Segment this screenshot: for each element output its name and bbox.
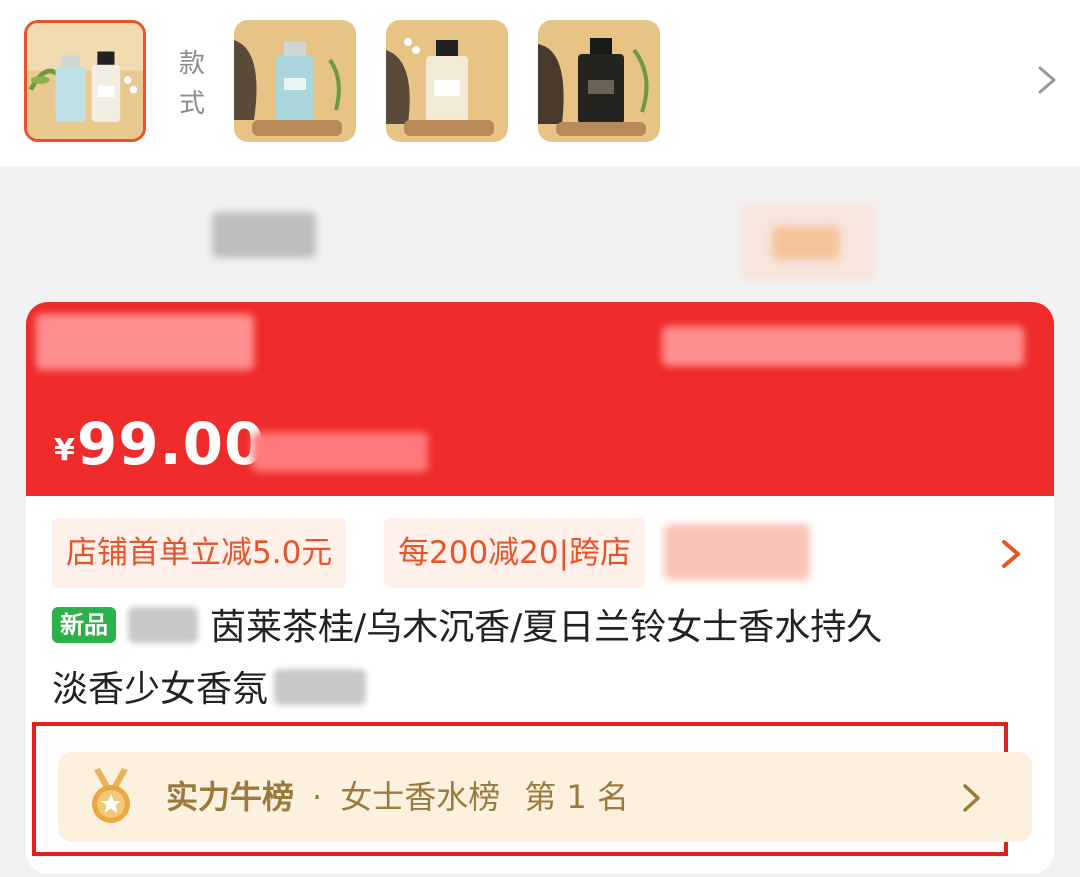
product-title-line2[interactable]: 淡香少女香氛 bbox=[52, 662, 378, 718]
perfume-blue-image bbox=[234, 20, 356, 142]
currency-symbol: ¥ bbox=[54, 433, 75, 468]
redacted-badge-inner bbox=[772, 226, 840, 260]
price: ¥99.00 bbox=[54, 410, 265, 478]
thumbnail-variant-set[interactable] bbox=[24, 20, 146, 142]
perfume-clear-image bbox=[386, 20, 508, 142]
product-title-line1[interactable]: 新品 茵莱茶桂/乌木沉香/夏日兰铃女士香水持久 bbox=[52, 600, 882, 656]
thumbnail-variant-dark[interactable] bbox=[538, 20, 660, 142]
redacted-promo-timer bbox=[662, 326, 1024, 366]
product-card: ¥99.00 店铺首单立减5.0元 每200减20|跨店 新品 茵莱茶桂/乌木沉香… bbox=[26, 302, 1054, 874]
style-selector: 款式 bbox=[0, 0, 1080, 166]
coupon-chevron-icon[interactable] bbox=[996, 536, 1026, 572]
product-title-text-1: 茵莱茶桂/乌木沉香/夏日兰铃女士香水持久 bbox=[210, 607, 883, 648]
ranking-chevron-icon bbox=[963, 784, 980, 812]
ranking-category: 实力牛榜 bbox=[166, 778, 295, 816]
ranking-position: 第 1 名 bbox=[524, 778, 629, 816]
redacted-coupon bbox=[664, 524, 810, 580]
redacted-brand bbox=[128, 607, 198, 643]
perfume-set-image bbox=[27, 23, 143, 139]
coupon-first-order[interactable]: 店铺首单立减5.0元 bbox=[52, 518, 347, 588]
ranking-separator: · bbox=[312, 778, 323, 816]
ranking-strip[interactable]: 实力牛榜 · 女士香水榜第 1 名 bbox=[58, 752, 1032, 842]
redacted-text bbox=[212, 212, 316, 258]
redacted-original-price bbox=[252, 432, 428, 472]
redacted-promo-label bbox=[36, 314, 254, 370]
price-banner: ¥99.00 bbox=[26, 302, 1054, 496]
style-label: 款式 bbox=[178, 49, 205, 119]
product-title-text-2: 淡香少女香氛 bbox=[52, 669, 269, 710]
redacted-title-end bbox=[274, 669, 367, 705]
perfume-dark-image bbox=[538, 20, 660, 142]
coupon-cross-store[interactable]: 每200减20|跨店 bbox=[384, 518, 646, 588]
ranking-text: 实力牛榜 · 女士香水榜第 1 名 bbox=[166, 752, 629, 842]
chevron-right-icon[interactable] bbox=[1028, 60, 1064, 100]
thumbnail-variant-clear[interactable] bbox=[386, 20, 508, 142]
ranking-list-name: 女士香水榜 bbox=[340, 778, 501, 816]
price-value: 99.00 bbox=[76, 410, 266, 478]
ranking-highlight-box: 实力牛榜 · 女士香水榜第 1 名 bbox=[32, 722, 1032, 856]
thumbnail-variant-blue[interactable] bbox=[234, 20, 356, 142]
medal-icon bbox=[92, 768, 130, 823]
new-badge: 新品 bbox=[52, 607, 116, 643]
